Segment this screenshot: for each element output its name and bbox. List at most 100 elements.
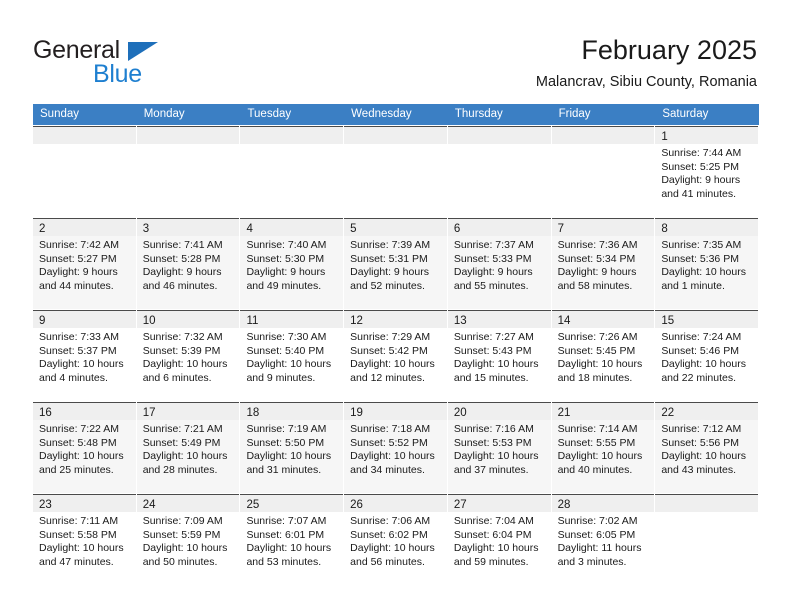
calendar-day-cell[interactable]: 14 Sunrise: 7:26 AM Sunset: 5:45 PM Dayligh… <box>551 310 656 401</box>
calendar-day-cell[interactable]: 23 Sunrise: 7:11 AM Sunset: 5:58 PM Dayligh… <box>33 494 137 585</box>
calendar-day-cell[interactable]: 2 Sunrise: 7:42 AM Sunset: 5:27 PM Daylight… <box>33 218 137 309</box>
day-number-band <box>344 127 447 144</box>
calendar-day-cell[interactable]: 19 Sunrise: 7:18 AM Sunset: 5:52 PM Dayligh… <box>344 402 448 493</box>
day-number-band: 1 <box>655 127 759 144</box>
sunrise-text: Sunrise: 7:06 AM <box>350 515 431 527</box>
day-number-band: 9 <box>33 311 136 328</box>
calendar-day-cell[interactable]: 22 Sunrise: 7:12 AM Sunset: 5:56 PM Dayligh… <box>655 402 759 493</box>
day-number: 8 <box>661 223 668 235</box>
day-number: 15 <box>661 315 675 327</box>
sunset-text: Sunset: 6:01 PM <box>246 528 325 541</box>
calendar-day-cell[interactable]: 20 Sunrise: 7:16 AM Sunset: 5:53 PM Dayligh… <box>447 402 552 493</box>
calendar-day-cell[interactable]: 17 Sunrise: 7:21 AM Sunset: 5:49 PM Dayligh… <box>136 402 241 493</box>
calendar-cell-empty <box>136 126 241 217</box>
sunrise-text: Sunrise: 7:41 AM <box>142 239 223 251</box>
calendar-day-cell[interactable]: 25 Sunrise: 7:07 AM Sunset: 6:01 PM Dayligh… <box>240 494 344 585</box>
calendar-week-row: 9 Sunrise: 7:33 AM Sunset: 5:37 PM Daylight… <box>33 309 759 401</box>
day-details: Sunrise: 7:09 AM Sunset: 5:59 PM Daylight:… <box>137 512 240 569</box>
weekday-header-row: Sunday Monday Tuesday Wednesday Thursday… <box>33 104 759 125</box>
calendar-week-row: 23 Sunrise: 7:11 AM Sunset: 5:58 PM Dayligh… <box>33 493 759 585</box>
daylight-text-line2: and 3 minutes. <box>557 555 627 568</box>
day-details: Sunrise: 7:29 AM Sunset: 5:42 PM Daylight:… <box>344 328 447 385</box>
day-number: 16 <box>39 407 52 419</box>
day-details: Sunrise: 7:19 AM Sunset: 5:50 PM Daylight:… <box>240 420 343 477</box>
calendar-day-cell[interactable]: 16 Sunrise: 7:22 AM Sunset: 5:48 PM Dayligh… <box>33 402 137 493</box>
sunset-text: Sunset: 5:52 PM <box>350 436 428 449</box>
calendar-week-row: 1 Sunrise: 7:44 AM Sunset: 5:25 PM Daylight… <box>33 125 759 217</box>
day-number-band: 14 <box>551 311 655 328</box>
calendar-day-cell[interactable]: 5 Sunrise: 7:39 AM Sunset: 5:31 PM Daylight… <box>344 218 448 309</box>
calendar-day-cell[interactable]: 24 Sunrise: 7:09 AM Sunset: 5:59 PM Dayligh… <box>136 494 241 585</box>
weekday-header-saturday: Saturday <box>662 108 709 120</box>
calendar-day-cell[interactable]: 21 Sunrise: 7:14 AM Sunset: 5:55 PM Dayligh… <box>551 402 656 493</box>
calendar-day-cell[interactable]: 26 Sunrise: 7:06 AM Sunset: 6:02 PM Dayligh… <box>344 494 448 585</box>
daylight-text-line2: and 59 minutes. <box>453 555 529 568</box>
calendar-cell-inner: 27 Sunrise: 7:04 AM Sunset: 6:04 PM Dayligh… <box>447 494 551 585</box>
sunset-text: Sunset: 5:40 PM <box>246 344 325 357</box>
calendar-day-cell[interactable]: 27 Sunrise: 7:04 AM Sunset: 6:04 PM Dayligh… <box>447 494 552 585</box>
calendar-day-cell[interactable]: 8 Sunrise: 7:35 AM Sunset: 5:36 PM Daylight… <box>655 218 759 309</box>
calendar-day-cell[interactable]: 11 Sunrise: 7:30 AM Sunset: 5:40 PM Dayligh… <box>240 310 344 401</box>
calendar-day-cell[interactable]: 18 Sunrise: 7:19 AM Sunset: 5:50 PM Dayligh… <box>240 402 344 493</box>
brand-logo[interactable]: General Blue <box>33 36 263 92</box>
calendar-day-cell[interactable]: 13 Sunrise: 7:27 AM Sunset: 5:43 PM Dayligh… <box>447 310 552 401</box>
sunset-text: Sunset: 6:04 PM <box>453 528 532 541</box>
day-number-band: 2 <box>33 219 136 236</box>
day-number: 20 <box>453 407 467 419</box>
calendar-cell-empty <box>240 126 344 217</box>
day-details: Sunrise: 7:33 AM Sunset: 5:37 PM Daylight:… <box>33 328 136 385</box>
daylight-text-line2: and 37 minutes. <box>453 463 529 476</box>
calendar-day-cell[interactable]: 1 Sunrise: 7:44 AM Sunset: 5:25 PM Daylight… <box>655 126 759 217</box>
daylight-text-line1: Daylight: 10 hours <box>246 542 332 555</box>
day-number-band: 6 <box>447 219 551 236</box>
sunrise-text: Sunrise: 7:32 AM <box>142 331 223 343</box>
sunrise-text: Sunrise: 7:24 AM <box>661 331 742 343</box>
calendar-day-cell[interactable]: 7 Sunrise: 7:36 AM Sunset: 5:34 PM Daylight… <box>551 218 656 309</box>
daylight-text-line2: and 43 minutes. <box>661 463 737 476</box>
sunrise-text: Sunrise: 7:44 AM <box>661 147 742 159</box>
daylight-text-line2: and 41 minutes. <box>661 187 737 200</box>
day-details: Sunrise: 7:35 AM Sunset: 5:36 PM Daylight:… <box>655 236 758 293</box>
calendar-cell-empty <box>344 126 448 217</box>
daylight-text-line2: and 56 minutes. <box>350 555 425 568</box>
day-details: Sunrise: 7:04 AM Sunset: 6:04 PM Daylight:… <box>448 512 551 569</box>
weeks-container: 1 Sunrise: 7:44 AM Sunset: 5:25 PM Daylight… <box>33 125 759 585</box>
calendar-day-cell[interactable]: 10 Sunrise: 7:32 AM Sunset: 5:39 PM Dayligh… <box>136 310 241 401</box>
daylight-text-line1: Daylight: 10 hours <box>557 450 643 463</box>
daylight-text-line2: and 50 minutes. <box>142 555 218 568</box>
calendar-day-cell[interactable]: 4 Sunrise: 7:40 AM Sunset: 5:30 PM Daylight… <box>240 218 344 309</box>
daylight-text-line1: Daylight: 9 hours <box>453 266 533 279</box>
day-number-band: 28 <box>551 495 655 512</box>
calendar-cell-inner: 12 Sunrise: 7:29 AM Sunset: 5:42 PM Dayligh… <box>344 310 447 401</box>
day-details: Sunrise: 7:21 AM Sunset: 5:49 PM Daylight:… <box>137 420 240 477</box>
day-details: Sunrise: 7:11 AM Sunset: 5:58 PM Daylight:… <box>33 512 136 569</box>
sunrise-text: Sunrise: 7:27 AM <box>453 331 534 343</box>
calendar-cell-inner <box>551 126 655 217</box>
sunrise-text: Sunrise: 7:02 AM <box>557 515 638 527</box>
daylight-text-line1: Daylight: 10 hours <box>39 542 124 555</box>
daylight-text-line1: Daylight: 10 hours <box>350 358 435 371</box>
day-details: Sunrise: 7:24 AM Sunset: 5:46 PM Daylight:… <box>655 328 758 385</box>
sunset-text: Sunset: 5:46 PM <box>661 344 739 357</box>
calendar-cell-inner: 24 Sunrise: 7:09 AM Sunset: 5:59 PM Dayligh… <box>136 494 240 585</box>
calendar-cell-inner: 26 Sunrise: 7:06 AM Sunset: 6:02 PM Dayligh… <box>344 494 447 585</box>
calendar-cell-empty <box>655 494 759 585</box>
day-details: Sunrise: 7:16 AM Sunset: 5:53 PM Daylight:… <box>448 420 551 477</box>
calendar-day-cell[interactable]: 6 Sunrise: 7:37 AM Sunset: 5:33 PM Daylight… <box>447 218 552 309</box>
calendar-day-cell[interactable]: 28 Sunrise: 7:02 AM Sunset: 6:05 PM Dayligh… <box>551 494 656 585</box>
day-number-band <box>447 127 551 144</box>
calendar-day-cell[interactable]: 9 Sunrise: 7:33 AM Sunset: 5:37 PM Daylight… <box>33 310 137 401</box>
sunset-text: Sunset: 5:53 PM <box>453 436 532 449</box>
sunrise-text: Sunrise: 7:42 AM <box>39 239 119 251</box>
day-number-band: 8 <box>655 219 759 236</box>
calendar-day-cell[interactable]: 12 Sunrise: 7:29 AM Sunset: 5:42 PM Dayligh… <box>344 310 448 401</box>
daylight-text-line1: Daylight: 10 hours <box>246 450 332 463</box>
calendar-day-cell[interactable]: 15 Sunrise: 7:24 AM Sunset: 5:46 PM Dayligh… <box>655 310 759 401</box>
sunrise-text: Sunrise: 7:30 AM <box>246 331 327 343</box>
sunrise-text: Sunrise: 7:11 AM <box>39 515 119 527</box>
daylight-text-line1: Daylight: 10 hours <box>453 450 539 463</box>
daylight-text-line1: Daylight: 10 hours <box>142 358 228 371</box>
calendar-cell-inner: 3 Sunrise: 7:41 AM Sunset: 5:28 PM Daylight… <box>136 218 240 309</box>
calendar-day-cell[interactable]: 3 Sunrise: 7:41 AM Sunset: 5:28 PM Daylight… <box>136 218 241 309</box>
sunset-text: Sunset: 5:55 PM <box>557 436 636 449</box>
